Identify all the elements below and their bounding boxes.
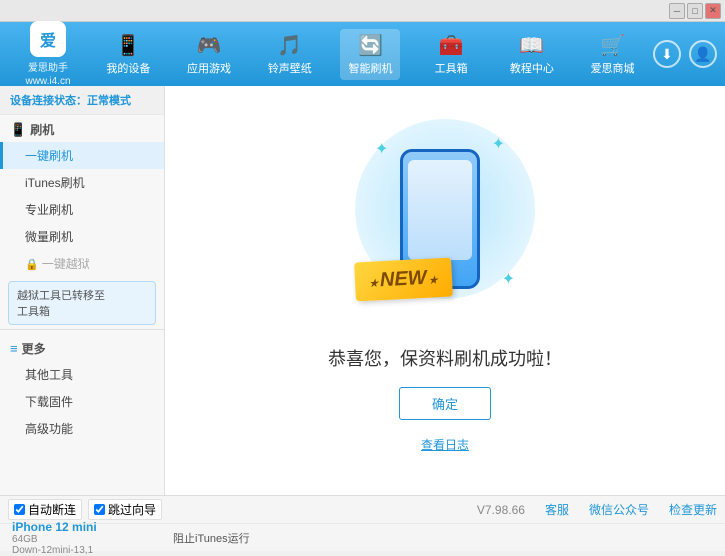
sidebar-notice: 越狱工具已转移至 工具箱 (8, 281, 156, 325)
auto-disconnect-input[interactable] (14, 504, 25, 515)
sparkle-2: ✦ (492, 134, 505, 154)
device-name: iPhone 12 mini (12, 520, 173, 534)
status-label: 设备连接状态： (10, 95, 87, 107)
smart-flash-icon: 🔄 (358, 33, 383, 58)
device-model: Down-12mini-13,1 (12, 545, 173, 556)
nav-bar: 爱 爱思助手 www.i4.cn 📱 我的设备 🎮 应用游戏 🎵 铃声壁纸 🔄 … (0, 22, 725, 86)
sidebar-item-one-click-flash[interactable]: 一键刷机 (0, 142, 164, 169)
sparkle-3: ✦ (502, 269, 515, 289)
bottom-row2: iPhone 12 mini 64GB Down-12mini-13,1 阻止i… (0, 524, 725, 552)
apps-games-label: 应用游戏 (187, 60, 231, 76)
one-click-flash-label: 一键刷机 (25, 149, 73, 163)
nav-tutorials[interactable]: 📖 教程中心 (502, 29, 562, 80)
new-badge: NEW (354, 257, 453, 301)
sidebar-item-jailbreak: 🔒 一键越狱 (0, 250, 164, 277)
sparkle-1: ✦ (375, 139, 388, 159)
toolbox-label: 工具箱 (435, 60, 468, 76)
bottom-checkboxes: 自动断连 跳过向导 (8, 499, 173, 520)
bottom-wrap: 自动断连 跳过向导 V7.98.66 客服 微信公众号 检查更新 iPhone … (0, 495, 725, 551)
minimize-btn[interactable]: ─ (669, 3, 685, 19)
my-device-icon: 📱 (116, 33, 141, 58)
skip-wizard-label: 跳过向导 (108, 501, 156, 518)
apps-games-icon: 🎮 (197, 33, 222, 58)
advanced-label: 高级功能 (25, 422, 73, 436)
skip-wizard-checkbox[interactable]: 跳过向导 (88, 499, 162, 520)
nav-logo: 爱 爱思助手 www.i4.cn (8, 21, 88, 87)
content-area: ✦ ✦ ✦ NEW 恭喜您，保资料刷机成功啦！ 确定 查看日志 (165, 86, 725, 495)
sidebar-item-other-tools[interactable]: 其他工具 (0, 361, 164, 388)
nav-apps-games[interactable]: 🎮 应用游戏 (179, 29, 239, 80)
my-device-label: 我的设备 (106, 60, 150, 76)
version-text: V7.98.66 (477, 503, 525, 517)
success-box: ✦ ✦ ✦ NEW 恭喜您，保资料刷机成功啦！ 确定 查看日志 (328, 129, 562, 453)
notice-line2: 工具箱 (17, 303, 147, 319)
auto-disconnect-checkbox[interactable]: 自动断连 (8, 499, 82, 520)
main-area: 设备连接状态：正常模式 📱 刷机 一键刷机 iTunes刷机 专业刷机 微量刷机… (0, 86, 725, 495)
flash-group-label: 刷机 (30, 121, 54, 138)
sidebar-item-advanced[interactable]: 高级功能 (0, 415, 164, 442)
check-update-link[interactable]: 检查更新 (669, 501, 717, 518)
skip-wizard-input[interactable] (94, 504, 105, 515)
store-label: 爱思商城 (591, 60, 635, 76)
sidebar-item-itunes-flash[interactable]: iTunes刷机 (0, 169, 164, 196)
smart-flash-label: 智能刷机 (348, 60, 392, 76)
user-btn[interactable]: 👤 (689, 40, 717, 68)
jailbreak-label: 一键越狱 (42, 257, 90, 271)
itunes-flash-label: iTunes刷机 (25, 176, 85, 190)
close-btn[interactable]: ✕ (705, 3, 721, 19)
phone-screen (408, 160, 472, 260)
sidebar-divider (0, 329, 164, 330)
view-log-link[interactable]: 查看日志 (421, 436, 469, 453)
service-link[interactable]: 客服 (545, 501, 569, 518)
wechat-link[interactable]: 微信公众号 (589, 501, 649, 518)
auto-disconnect-label: 自动断连 (28, 501, 76, 518)
nav-my-device[interactable]: 📱 我的设备 (98, 29, 158, 80)
notice-line1: 越狱工具已转移至 (17, 287, 147, 303)
nav-toolbox[interactable]: 🧰 工具箱 (421, 29, 481, 80)
toolbox-icon: 🧰 (439, 33, 464, 58)
status-bar: 设备连接状态：正常模式 (0, 86, 164, 115)
maximize-btn[interactable]: □ (687, 3, 703, 19)
pro-flash-label: 专业刷机 (25, 203, 73, 217)
more-group-icon: ≡ (10, 341, 18, 356)
flash-group-icon: 📱 (10, 122, 26, 138)
confirm-button[interactable]: 确定 (399, 387, 491, 420)
nav-smart-flash[interactable]: 🔄 智能刷机 (340, 29, 400, 80)
ota-flash-label: 微量刷机 (25, 230, 73, 244)
sidebar-item-download-fw[interactable]: 下载固件 (0, 388, 164, 415)
sidebar-item-ota-flash[interactable]: 微量刷机 (0, 223, 164, 250)
tutorials-label: 教程中心 (510, 60, 554, 76)
sidebar-item-pro-flash[interactable]: 专业刷机 (0, 196, 164, 223)
nav-items: 📱 我的设备 🎮 应用游戏 🎵 铃声壁纸 🔄 智能刷机 🧰 工具箱 📖 教程中心… (88, 29, 653, 80)
other-tools-label: 其他工具 (25, 368, 73, 382)
status-value: 正常模式 (87, 95, 131, 107)
download-btn[interactable]: ⬇ (653, 40, 681, 68)
ringtones-icon: 🎵 (277, 33, 302, 58)
ringtones-label: 铃声壁纸 (268, 60, 312, 76)
bottom-links: V7.98.66 客服 微信公众号 检查更新 (173, 501, 717, 518)
sidebar-group2-header: ≡ 更多 (0, 334, 164, 361)
title-bar: ─ □ ✕ (0, 0, 725, 22)
logo-line1: 爱思助手 (28, 59, 68, 74)
nav-store[interactable]: 🛒 爱思商城 (583, 29, 643, 80)
itunes-status: 阻止iTunes运行 (173, 530, 717, 546)
nav-ringtones[interactable]: 🎵 铃声壁纸 (260, 29, 320, 80)
more-group-label: 更多 (22, 340, 46, 357)
store-icon: 🛒 (600, 33, 625, 58)
success-text: 恭喜您，保资料刷机成功啦！ (328, 345, 562, 371)
sidebar-group1-header: 📱 刷机 (0, 115, 164, 142)
device-storage: 64GB (12, 534, 173, 545)
phone-illustration: ✦ ✦ ✦ NEW (365, 129, 525, 329)
nav-right: ⬇ 👤 (653, 40, 717, 68)
logo-icon: 爱 (30, 21, 66, 57)
sidebar: 设备连接状态：正常模式 📱 刷机 一键刷机 iTunes刷机 专业刷机 微量刷机… (0, 86, 165, 495)
device-section: iPhone 12 mini 64GB Down-12mini-13,1 (8, 520, 173, 556)
itunes-status-text: 阻止iTunes运行 (173, 530, 250, 546)
download-fw-label: 下载固件 (25, 395, 73, 409)
tutorials-icon: 📖 (519, 33, 544, 58)
